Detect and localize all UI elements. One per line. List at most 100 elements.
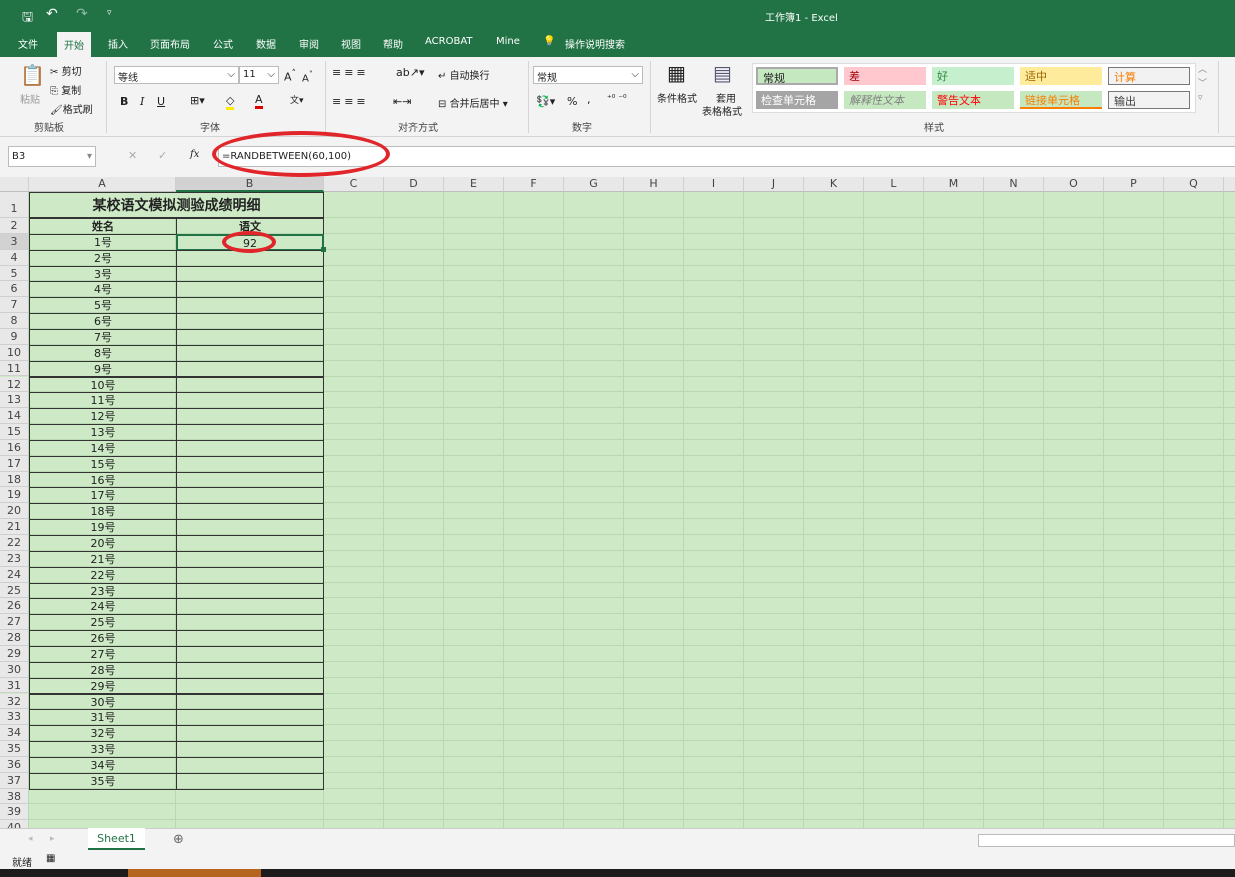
row-header-6[interactable]: 6	[0, 281, 29, 298]
next-sheet-icon[interactable]: ▸	[50, 834, 55, 844]
horizontal-scrollbar[interactable]	[978, 834, 1235, 847]
column-header-A[interactable]: A	[29, 177, 176, 192]
score-cell[interactable]	[176, 313, 324, 330]
score-cell[interactable]	[176, 741, 324, 758]
column-header-C[interactable]: C	[324, 177, 384, 192]
score-cell[interactable]	[176, 297, 324, 315]
column-header-K[interactable]: K	[804, 177, 864, 192]
tab-mine[interactable]: Mine	[496, 36, 520, 47]
row-header-5[interactable]: 5	[0, 265, 29, 282]
column-header-F[interactable]: F	[504, 177, 564, 192]
cell-style-item[interactable]: 差	[844, 67, 926, 85]
column-header-M[interactable]: M	[924, 177, 984, 192]
row-header-37[interactable]: 37	[0, 772, 29, 789]
cell-style-item[interactable]: 好	[932, 67, 1014, 85]
percent-button[interactable]: %	[567, 95, 577, 108]
format-as-table-line2[interactable]: 表格格式	[702, 103, 742, 118]
column-header-E[interactable]: E	[444, 177, 504, 192]
score-cell[interactable]	[176, 455, 324, 473]
row-header-4[interactable]: 4	[0, 249, 29, 266]
row-header-39[interactable]: 39	[0, 804, 29, 821]
score-cell[interactable]	[176, 424, 324, 441]
column-header-I[interactable]: I	[684, 177, 744, 192]
score-cell[interactable]	[176, 408, 324, 426]
column-header-L[interactable]: L	[864, 177, 924, 192]
score-cell[interactable]	[176, 281, 324, 299]
score-cell[interactable]	[176, 392, 324, 410]
gallery-scroll-icons[interactable]: ︿ ﹀ ▿	[1198, 63, 1207, 105]
row-header-38[interactable]: 38	[0, 788, 29, 805]
fill-handle[interactable]	[321, 246, 326, 252]
column-header-N[interactable]: N	[984, 177, 1044, 192]
tab-file[interactable]: 文件	[18, 36, 38, 51]
score-cell[interactable]	[176, 487, 324, 505]
score-cell[interactable]	[176, 519, 324, 536]
score-cell[interactable]	[176, 328, 324, 346]
score-cell[interactable]	[176, 344, 324, 362]
horizontal-align-icons[interactable]: ≡≡≡	[332, 95, 369, 108]
row-header-14[interactable]: 14	[0, 408, 29, 425]
tab-insert[interactable]: 插入	[108, 36, 128, 51]
tab-review[interactable]: 审阅	[299, 36, 319, 51]
row-header-13[interactable]: 13	[0, 392, 29, 409]
score-cell[interactable]	[176, 614, 324, 632]
shrink-font-icon[interactable]: A˅	[302, 69, 313, 84]
row-header-29[interactable]: 29	[0, 645, 29, 662]
cell-style-item[interactable]: 输出	[1108, 91, 1190, 109]
save-icon[interactable]: 🖫	[22, 8, 33, 30]
score-cell[interactable]	[176, 630, 324, 647]
row-header-15[interactable]: 15	[0, 424, 29, 440]
row-header-18[interactable]: 18	[0, 471, 29, 488]
score-cell[interactable]	[176, 550, 324, 568]
row-header-32[interactable]: 32	[0, 693, 29, 710]
row-header-23[interactable]: 23	[0, 550, 29, 567]
row-header-1[interactable]: 1	[0, 192, 29, 218]
tell-me-search[interactable]: 操作说明搜索	[565, 36, 625, 51]
column-header-J[interactable]: J	[744, 177, 804, 192]
customize-qat-icon[interactable]: ▿	[107, 8, 112, 18]
insert-function-button[interactable]: fx	[190, 149, 199, 160]
cut-button[interactable]: ✂ 剪切	[50, 63, 82, 78]
score-cell[interactable]	[176, 598, 324, 616]
score-cell[interactable]	[176, 693, 324, 711]
score-cell[interactable]	[176, 503, 324, 521]
column-header-Q[interactable]: Q	[1164, 177, 1224, 192]
undo-icon[interactable]: ↶	[46, 6, 58, 22]
fill-color-icon[interactable]: ◇	[226, 94, 235, 110]
score-cell[interactable]	[176, 725, 324, 743]
tab-data[interactable]: 数据	[256, 36, 276, 51]
add-sheet-icon[interactable]: ⊕	[173, 832, 184, 847]
score-cell[interactable]	[176, 661, 324, 679]
number-format-select[interactable]: 常规 ⌵	[533, 66, 643, 84]
cell-style-item[interactable]: 警告文本	[932, 91, 1014, 109]
column-header-P[interactable]: P	[1104, 177, 1164, 192]
row-header-21[interactable]: 21	[0, 519, 29, 535]
tab-formulas[interactable]: 公式	[213, 36, 233, 51]
row-header-25[interactable]: 25	[0, 582, 29, 599]
sheet-tab-sheet1[interactable]: Sheet1	[88, 828, 145, 850]
row-header-20[interactable]: 20	[0, 503, 29, 520]
row-header-7[interactable]: 7	[0, 297, 29, 314]
score-cell[interactable]	[176, 535, 324, 552]
tab-home[interactable]: 开始	[57, 32, 91, 57]
column-header-B[interactable]: B	[176, 177, 324, 192]
borders-icon[interactable]: ⊞▾	[190, 94, 205, 107]
row-header-19[interactable]: 19	[0, 487, 29, 504]
italic-button[interactable]: I	[140, 95, 144, 108]
row-header-9[interactable]: 9	[0, 328, 29, 345]
cell-style-item[interactable]: 检查单元格	[756, 91, 838, 109]
score-cell[interactable]	[176, 645, 324, 663]
score-cell[interactable]	[176, 709, 324, 727]
score-cell[interactable]	[176, 471, 324, 489]
row-header-3[interactable]: 3	[0, 233, 29, 250]
row-header-22[interactable]: 22	[0, 535, 29, 551]
indent-icons[interactable]: ⇤⇥	[393, 95, 411, 108]
decimal-icons[interactable]: ⁺⁰ ⁻⁰	[607, 94, 627, 104]
currency-icon[interactable]: 💱▾	[536, 95, 555, 108]
row-header-11[interactable]: 11	[0, 360, 29, 377]
cell-style-item[interactable]: 适中	[1020, 67, 1102, 85]
column-header-O[interactable]: O	[1044, 177, 1104, 192]
underline-button[interactable]: U	[157, 95, 165, 108]
row-header-40[interactable]: 40	[0, 820, 29, 828]
score-cell[interactable]	[176, 677, 324, 695]
